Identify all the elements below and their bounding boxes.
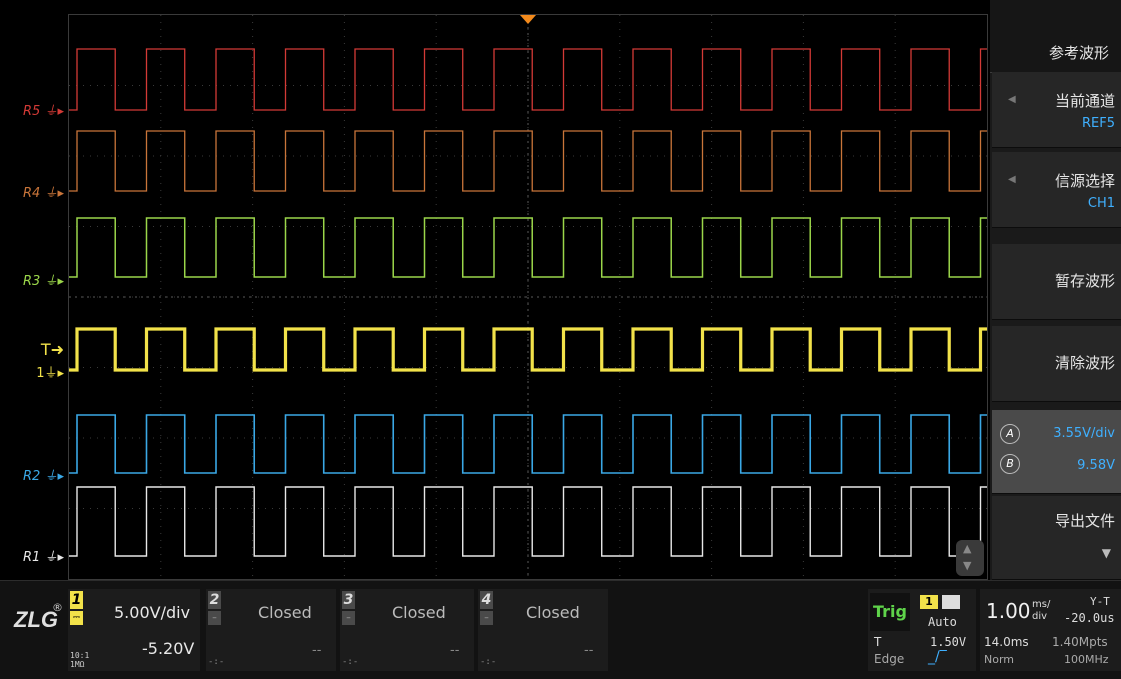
sample-rate: 100MHz (1064, 653, 1109, 666)
softkey-menu: 参考波形 ◀ 当前通道 REF5 ◀ 信源选择 CH1 暂存波形 清除波形 A … (990, 0, 1121, 580)
left-arrow-icon: ◀ (1008, 174, 1016, 185)
r5-label-text: R5 (23, 104, 41, 119)
ch3-status: Closed (392, 603, 446, 622)
timebase-value: 1.00 (986, 599, 1031, 623)
ch1-scale: 5.00V/div (114, 603, 191, 622)
coupling-icon: – (480, 611, 493, 625)
timebase-mode: Y-T (1090, 595, 1110, 608)
ch4-offset: -- (584, 643, 594, 658)
trigger-position-marker (520, 15, 536, 24)
ch1-probe-ratio: 10:1 (70, 651, 90, 660)
ch4-number: 4 (480, 591, 493, 609)
trig-source-badge: 1 (920, 595, 938, 609)
channel-2-box[interactable]: 2 – Closed -- -:- (206, 589, 336, 671)
menu-item-label: 信源选择 (1054, 172, 1115, 190)
ch2-number: 2 (208, 591, 221, 609)
acquire-mode: Norm (984, 653, 1015, 666)
memory-depth: 1.40Mpts (1052, 635, 1108, 649)
coupling-icon: – (342, 611, 355, 625)
ch2-offset: -- (312, 643, 322, 658)
ch1-ground-marker[interactable]: 1⏚▸ (0, 362, 64, 381)
waveform-r4 (69, 130, 987, 192)
chevron-down-icon: ▼ (963, 559, 972, 572)
menu-item-source-select[interactable]: ◀ 信源选择 CH1 (992, 152, 1121, 228)
trig-menu-icon (942, 595, 960, 609)
dc-coupling-icon: ⎓ (70, 611, 83, 625)
trig-mode: Auto (928, 615, 957, 629)
ch1-offset: -5.20V (142, 639, 195, 658)
r4-label-text: R4 (23, 186, 41, 201)
waveform-display[interactable] (68, 14, 988, 580)
menu-item-label: 清除波形 (1054, 354, 1115, 372)
ref-label-r3[interactable]: R3 ⏚▸ (0, 270, 64, 289)
r1-label-text: R1 (23, 550, 41, 565)
ch2-probe: -:- (208, 657, 225, 667)
ch3-offset: -- (450, 643, 460, 658)
r3-label-text: R3 (23, 274, 41, 289)
ch3-probe: -:- (342, 657, 359, 667)
trig-type: Edge (874, 652, 905, 666)
rising-edge-icon: _/‾ (928, 649, 947, 665)
menu-item-scale-offset[interactable]: A B 3.55V/div 9.58V (992, 410, 1121, 494)
ground-arrow-icon: ⏚▸ (40, 104, 64, 119)
menu-title-text: 参考波形 (1048, 44, 1109, 62)
trigger-marker-text: T (40, 340, 51, 359)
registered-icon: ® (52, 601, 63, 614)
channel-1-box[interactable]: 1 ⎓ 5.00V/div -5.20V 10:1 1MΩ (68, 589, 200, 671)
ch4-status: Closed (526, 603, 580, 622)
ref-scale-value: 3.55V/div (1053, 426, 1115, 441)
arrow-right-icon: ➜ (50, 340, 64, 359)
ref-label-r1[interactable]: R1 ⏚▸ (0, 546, 64, 565)
ground-arrow-icon: ⏚▸ (40, 274, 64, 289)
timebase-panel[interactable]: 1.00 ms/ div Y-T -20.0us 14.0ms 1.40Mpts… (980, 589, 1121, 671)
trigger-level-marker[interactable]: T➜ (0, 340, 64, 359)
timebase-delay: -20.0us (1064, 611, 1115, 625)
menu-item-current-channel[interactable]: ◀ 当前通道 REF5 (992, 72, 1121, 148)
waveform-r1 (69, 486, 987, 557)
ground-arrow-icon: ⏚▸ (44, 366, 64, 381)
ch3-number: 3 (342, 591, 355, 609)
menu-item-label: 当前通道 (1054, 92, 1115, 110)
ch2-status: Closed (258, 603, 312, 622)
ref-label-r5[interactable]: R5 ⏚▸ (0, 100, 64, 119)
menu-item-value: CH1 (1087, 196, 1115, 211)
menu-item-label: 导出文件 (1054, 512, 1115, 530)
menu-item-save-waveform[interactable]: 暂存波形 (992, 244, 1121, 320)
menu-item-export-file[interactable]: 导出文件 ▼ (992, 496, 1121, 580)
left-arrow-icon: ◀ (1008, 94, 1016, 105)
timebase-unit-top: ms/ (1032, 599, 1051, 610)
menu-item-value: REF5 (1082, 116, 1115, 131)
ch1-impedance: 1MΩ (70, 660, 85, 669)
ref-label-r4[interactable]: R4 ⏚▸ (0, 182, 64, 201)
ch1-number: 1 (70, 591, 83, 609)
coupling-icon: – (208, 611, 221, 625)
menu-item-label: 暂存波形 (1054, 272, 1115, 290)
trig-t-label: T (874, 635, 882, 649)
chevron-up-icon: ▲ (963, 542, 972, 555)
ref-label-r2[interactable]: R2 ⏚▸ (0, 465, 64, 484)
r2-label-text: R2 (23, 469, 41, 484)
channel-3-box[interactable]: 3 – Closed -- -:- (340, 589, 474, 671)
channel-4-box[interactable]: 4 – Closed -- -:- (478, 589, 608, 671)
ground-arrow-icon: ⏚▸ (40, 469, 64, 484)
ground-arrow-icon: ⏚▸ (40, 550, 64, 565)
timebase-unit-bottom: div (1032, 611, 1048, 622)
menu-title: 参考波形 (990, 0, 1121, 73)
status-bar: ZLG ® 1 ⎓ 5.00V/div -5.20V 10:1 1MΩ 2 – … (0, 580, 1121, 679)
ground-arrow-icon: ⏚▸ (40, 186, 64, 201)
chevron-down-icon: ▼ (1101, 546, 1111, 560)
knob-a-icon: A (1000, 424, 1020, 444)
knob-b-icon: B (1000, 454, 1020, 474)
waveform-canvas (69, 15, 987, 579)
trig-label: Trig (870, 593, 910, 631)
trig-level: 1.50V (930, 635, 967, 649)
timebase-window: 14.0ms (984, 635, 1029, 649)
ch4-probe: -:- (480, 657, 497, 667)
ref-offset-value: 9.58V (1077, 458, 1115, 473)
trigger-panel[interactable]: Trig 1 Auto T 1.50V Edge _/‾ (868, 589, 976, 671)
menu-item-clear-waveform[interactable]: 清除波形 (992, 326, 1121, 402)
scroll-up-down-button[interactable]: ▲ ▼ (956, 540, 984, 576)
